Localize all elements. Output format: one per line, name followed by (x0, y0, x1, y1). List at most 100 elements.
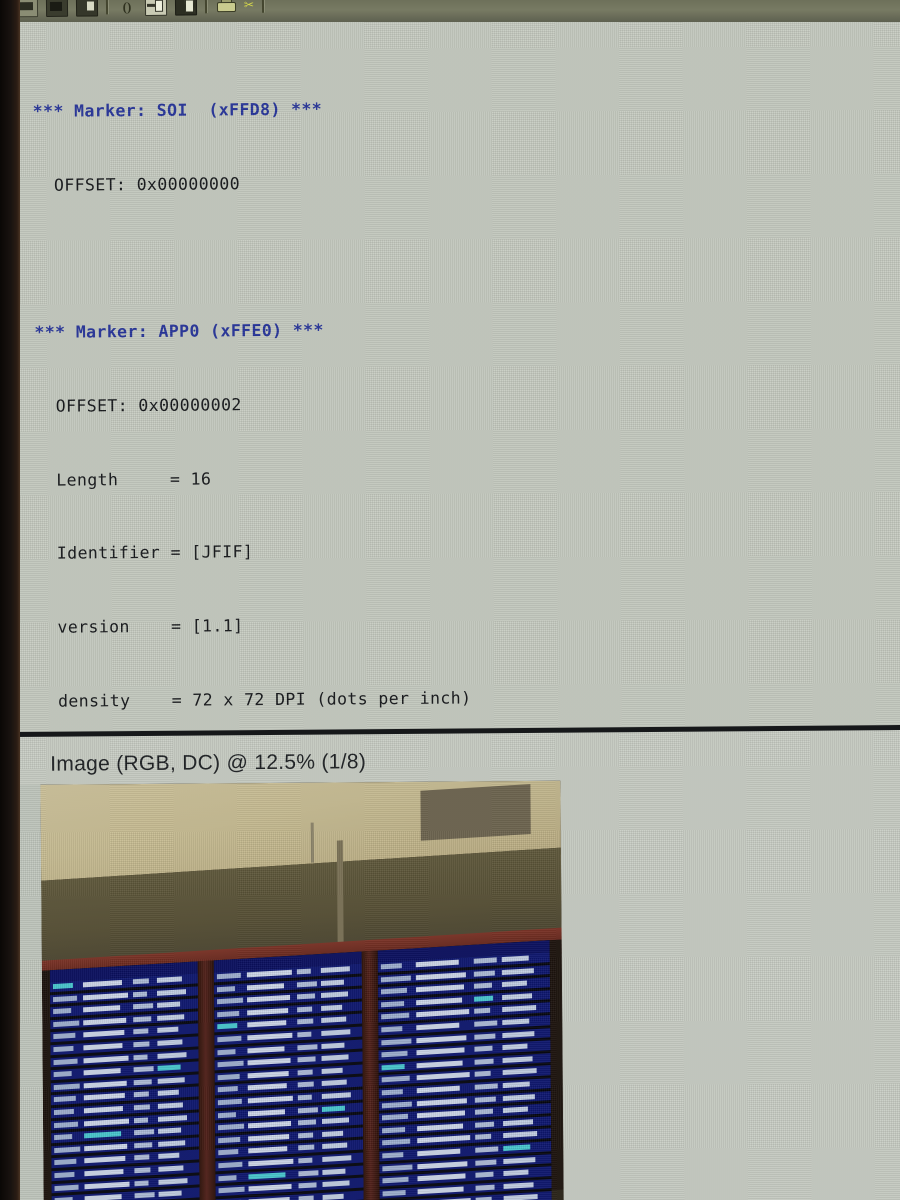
board-cell (321, 1079, 347, 1087)
board-cell (475, 1083, 499, 1090)
board-cell (297, 1119, 316, 1126)
board-cell (320, 1004, 343, 1011)
screen-photo: () ✂ *** Marker: SOI (xFFD8) *** OFFSET:… (0, 0, 900, 1200)
board-cell (415, 984, 464, 993)
board-cell (321, 1054, 349, 1062)
photo-antenna (310, 822, 314, 863)
board-cell (246, 1032, 293, 1041)
image-preview-pane[interactable]: Image (RGB, DC) @ 12.5% (1/8) (14, 729, 900, 1200)
board-cell (503, 1144, 531, 1151)
board-cell (84, 1181, 130, 1189)
scissors-icon[interactable]: ✂ (244, 0, 254, 13)
board-cell (502, 1131, 538, 1139)
board-cell (247, 1133, 290, 1142)
log-text: *** Marker: SOI (xFFD8) *** OFFSET: 0x00… (32, 21, 676, 738)
board-cell (53, 1071, 72, 1078)
board-cell (133, 1016, 151, 1023)
board-cell (157, 1114, 188, 1122)
board-cell (474, 1008, 491, 1015)
board-cell (321, 1105, 346, 1112)
board-cell (503, 1181, 534, 1189)
board-cell (320, 1016, 347, 1024)
board-cell (415, 959, 460, 968)
board-cell (134, 1154, 149, 1161)
save-icon[interactable] (45, 0, 69, 17)
board-cell (54, 1146, 80, 1153)
board-cell (217, 1086, 238, 1093)
board-cell (298, 1195, 314, 1200)
board-cell (158, 1190, 182, 1197)
board-cell (322, 1180, 350, 1188)
board-cell (381, 1013, 410, 1020)
board-cell (134, 1141, 152, 1149)
board-cell (83, 1168, 124, 1177)
board-cell (157, 1076, 185, 1084)
board-cell (416, 1009, 469, 1018)
board-cell (132, 991, 147, 997)
board-cell (415, 971, 467, 980)
board-cell (84, 1194, 122, 1200)
board-cell (217, 1073, 240, 1080)
board-cell (321, 1142, 348, 1150)
board-cell (321, 1168, 346, 1175)
board-cell (381, 1026, 403, 1033)
board-cell (320, 966, 350, 974)
jpeg-log-pane[interactable]: *** Marker: SOI (xFFD8) *** OFFSET: 0x00… (14, 10, 900, 738)
board-cell (322, 1193, 344, 1200)
board-cell (53, 1083, 80, 1090)
board-cell (247, 1120, 292, 1129)
board-cell (246, 995, 291, 1003)
batch-document-icon[interactable] (174, 0, 198, 16)
log-line-app0-offset: OFFSET: 0x00000002 (34, 395, 242, 416)
photo-column (336, 840, 344, 951)
board-cell (474, 1033, 496, 1040)
log-line-app0-length: Length = 16 (35, 469, 212, 490)
board-cell (321, 1092, 351, 1099)
board-cell (246, 1020, 287, 1028)
departure-board-2 (213, 951, 364, 1200)
board-cell (501, 955, 530, 963)
board-cell (133, 1104, 150, 1111)
board-cell (474, 957, 498, 964)
board-cell (134, 1192, 155, 1199)
board-cell (156, 1039, 183, 1046)
board-cell (82, 1042, 123, 1051)
board-cell (217, 1048, 236, 1055)
board-cell (381, 1038, 412, 1045)
quotes-icon[interactable]: () (117, 0, 137, 15)
board-cell (218, 1136, 240, 1143)
board-cell (502, 1118, 533, 1126)
board-cell (381, 1050, 408, 1058)
decoded-image-preview[interactable] (40, 780, 564, 1200)
board-cell (474, 970, 495, 977)
log-line-blank-1 (34, 242, 662, 272)
board-cell (417, 1160, 468, 1169)
board-cell (296, 980, 317, 988)
print-icon[interactable] (216, 0, 237, 14)
board-cell (416, 1060, 463, 1069)
copy-icon[interactable] (75, 0, 99, 17)
board-cell (83, 1156, 126, 1164)
board-cell (297, 1069, 313, 1076)
board-cell (54, 1171, 75, 1179)
board-cell (298, 1157, 313, 1164)
document-icon[interactable] (144, 0, 168, 16)
board-cell (297, 1094, 312, 1101)
board-cell (53, 1045, 74, 1053)
board-cell (157, 1064, 181, 1072)
board-cell (416, 1072, 470, 1081)
board-cell (382, 1063, 405, 1071)
board-cell (218, 1174, 237, 1181)
board-cell (416, 1110, 465, 1119)
board-cell (321, 1130, 344, 1137)
board-cell (382, 1126, 406, 1134)
board-cell (503, 1194, 538, 1200)
board-cell (53, 1108, 74, 1116)
board-cell (53, 1058, 78, 1065)
monitor-left-bezel (0, 0, 20, 1200)
board-cell (54, 1134, 72, 1141)
log-line-soi-offset: OFFSET: 0x00000000 (33, 173, 241, 195)
board-cell (297, 1043, 318, 1050)
board-cell (157, 1127, 182, 1135)
board-cell (217, 1023, 237, 1030)
